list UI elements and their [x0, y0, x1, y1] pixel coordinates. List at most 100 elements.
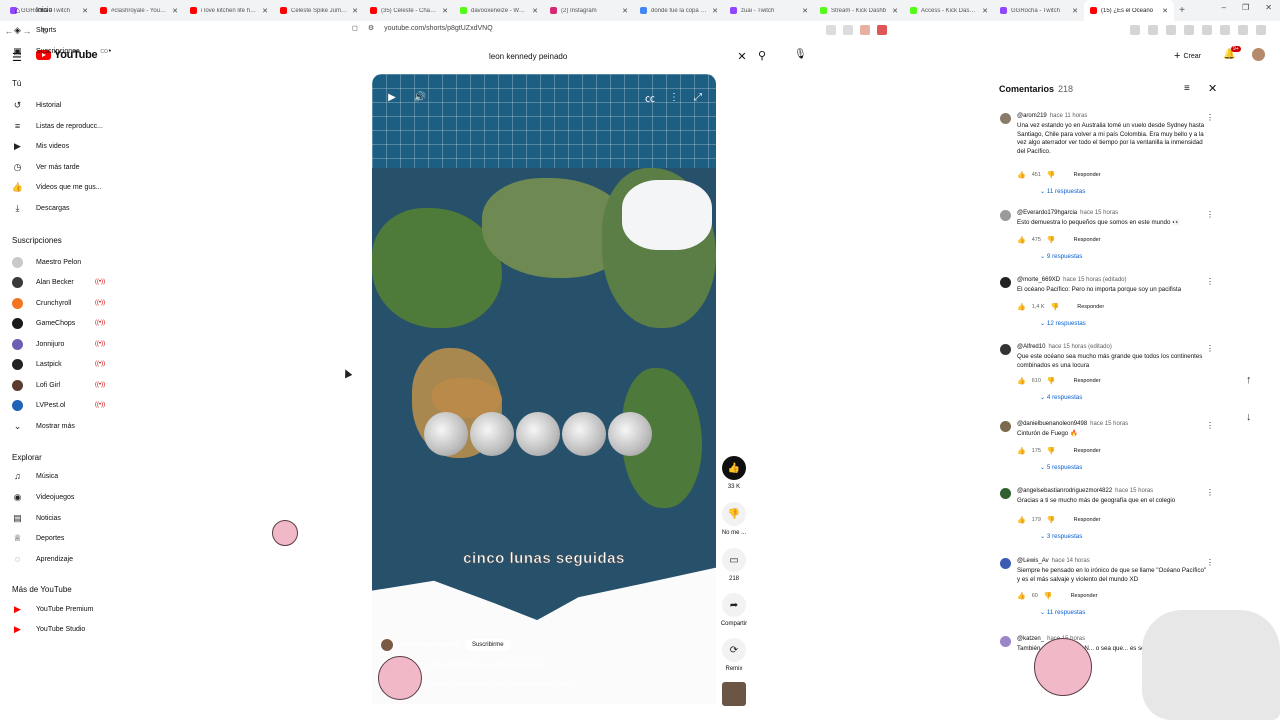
browser-tab[interactable]: i love kitchen life hacks : ✕ — [184, 0, 274, 21]
browser-tab[interactable]: (35) Celeste - Chapter 9✕ — [364, 0, 454, 21]
replies-toggle[interactable]: ⌄ 12 respuestas — [1040, 320, 1086, 327]
comment-avatar[interactable] — [1000, 488, 1011, 499]
replies-toggle[interactable]: ⌄ 11 respuestas — [1040, 609, 1085, 616]
comment-author-name[interactable]: @danielbuenanoleon9498 — [1017, 421, 1087, 427]
sidebar-item-suscripciones[interactable]: ▣ Suscripciones • — [12, 42, 122, 60]
tab-close-icon[interactable]: ✕ — [982, 7, 988, 15]
thumbs-up-icon[interactable]: 👍 — [1017, 303, 1026, 311]
sidebar-item-subscription[interactable]: Alan Becker ((•)) — [12, 273, 122, 291]
comment-avatar[interactable] — [1000, 421, 1011, 432]
thumbs-down-icon[interactable]: 👎 — [1051, 303, 1060, 311]
comment-avatar[interactable] — [1000, 558, 1011, 569]
bookmark-icon[interactable]: ◻ — [352, 24, 358, 32]
comment-avatar[interactable] — [1000, 344, 1011, 355]
extension-icon[interactable] — [877, 25, 887, 35]
sidebar-item-you[interactable]: ↺ Historial — [12, 96, 122, 114]
comment-author-name[interactable]: @Lewis_Av — [1017, 558, 1049, 564]
toolbar-icon[interactable] — [1148, 25, 1158, 35]
comment-author-name[interactable]: @morte_669XD — [1017, 277, 1060, 283]
browser-tab[interactable]: Stream - Kick Dashb ✕ — [814, 0, 904, 21]
sidebar-item-you[interactable]: ≡ Listas de reproducc... — [12, 117, 122, 135]
comment-avatar[interactable] — [1000, 277, 1011, 288]
reply-button[interactable]: Responder — [1071, 593, 1098, 599]
share-button[interactable]: ➦ Compartir — [716, 593, 752, 627]
microphone-icon[interactable]: 🎙 — [794, 49, 807, 60]
browser-tab[interactable]: donde fue la copa amer ✕ — [634, 0, 724, 21]
reply-button[interactable]: Responder — [1074, 172, 1101, 178]
toolbar-icon[interactable] — [1130, 25, 1140, 35]
reply-button[interactable]: Responder — [1074, 517, 1101, 523]
tab-close-icon[interactable]: ✕ — [262, 7, 268, 15]
sidebar-item-you[interactable]: ⤓ Descargas — [12, 199, 122, 217]
thumbs-down-icon[interactable]: 👎 — [1047, 377, 1056, 385]
remix-button[interactable]: ⟳ Remix — [716, 638, 752, 672]
create-button[interactable]: + Crear — [1174, 50, 1201, 62]
section-you-heading[interactable]: Tú — [12, 79, 21, 88]
browser-tab[interactable]: GGRocha - Twitch ✕ — [994, 0, 1084, 21]
thumbs-down-icon[interactable]: 👎 — [1047, 236, 1056, 244]
extension-icon[interactable] — [843, 25, 853, 35]
comment-avatar[interactable] — [1000, 113, 1011, 124]
replies-toggle[interactable]: ⌄ 5 respuestas — [1040, 464, 1082, 471]
comments-button[interactable]: ▭ 218 — [716, 548, 752, 582]
sidebar-item-explore[interactable]: ♕ Deportes — [12, 529, 122, 547]
sidebar-item-subscription[interactable]: LVPest.ol ((•)) — [12, 396, 122, 414]
comment-author-name[interactable]: @Everardo179hgarcia — [1017, 210, 1077, 216]
comment-author-name[interactable]: @arom219 — [1017, 113, 1047, 119]
arrow-up-icon[interactable]: ↑ — [1246, 374, 1252, 386]
notifications-button[interactable]: 🔔 9+ — [1223, 46, 1241, 60]
comment-author[interactable]: @Alfred10 hace 15 horas (editado) — [1017, 344, 1112, 350]
subscribe-button[interactable]: Suscribirme — [464, 639, 511, 651]
site-info-icon[interactable]: ⚙ — [368, 24, 374, 32]
thumbs-down-icon[interactable]: 👎 — [1047, 171, 1056, 179]
sidebar-item-subscription[interactable]: Maestro Pelon — [12, 253, 122, 271]
toolbar-icon[interactable] — [1238, 25, 1248, 35]
reply-button[interactable]: Responder — [1074, 237, 1101, 243]
replies-toggle[interactable]: ⌄ 4 respuestas — [1040, 394, 1082, 401]
tab-close-icon[interactable]: ✕ — [532, 7, 538, 15]
sidebar-item-explore[interactable]: ◌ Aprendizaje — [12, 550, 122, 568]
sidebar-item-explore[interactable]: ◉ Videojuegos — [12, 488, 122, 506]
comment-author[interactable]: @Everardo179hgarcia hace 15 horas — [1017, 210, 1118, 216]
tab-close-icon[interactable]: ✕ — [622, 7, 628, 15]
replies-toggle[interactable]: ⌄ 11 respuestas — [1040, 188, 1085, 195]
dislike-button[interactable]: 👎 No me ... — [716, 502, 752, 536]
video-related-2[interactable]: Pacífico REALMENTE tan Grande como Dicen… — [426, 681, 575, 688]
thumbs-down-icon[interactable]: 👎 — [1044, 592, 1053, 600]
more-options-icon[interactable]: ⋮ — [664, 88, 684, 106]
like-button[interactable]: 👍 33 K — [716, 456, 752, 490]
url-text[interactable]: youtube.com/shorts/p8gtUZxdVNQ — [384, 25, 493, 32]
comment-author[interactable]: @arom219 hace 11 horas — [1017, 113, 1087, 119]
tab-close-icon[interactable]: ✕ — [352, 7, 358, 15]
new-tab-button[interactable]: + — [1174, 5, 1190, 16]
captions-icon[interactable]: ㏄ — [640, 88, 660, 106]
section-subscriptions-heading[interactable]: Suscripciones — [12, 236, 62, 245]
browser-tab[interactable]: davooxeneize - Watch t ✕ — [454, 0, 544, 21]
thumbs-up-icon[interactable]: 👍 — [1017, 516, 1026, 524]
thumbs-down-icon[interactable]: 👎 — [1047, 447, 1056, 455]
sidebar-item-subscription[interactable]: Crunchyroll ((•)) — [12, 294, 122, 312]
comment-menu-icon[interactable]: ⋮ — [1206, 344, 1214, 353]
extension-icon[interactable] — [826, 25, 836, 35]
search-icon[interactable]: ⚲ — [758, 49, 766, 62]
browser-tab[interactable]: Access - Kick Dashboard ✕ — [904, 0, 994, 21]
reply-button[interactable]: Responder — [1077, 304, 1104, 310]
comment-menu-icon[interactable]: ⋮ — [1206, 113, 1214, 122]
browser-tab[interactable]: zuai - Twitch ✕ — [724, 0, 814, 21]
sidebar-item-you[interactable]: ◷ Ver más tarde — [12, 158, 122, 176]
short-video-player[interactable]: cinco lunas seguidas ▶ 🔊 ㏄ ⋮ ⤢ @GEOchris… — [372, 74, 716, 704]
play-icon[interactable]: ▶ — [382, 88, 402, 106]
search-input[interactable]: leon kennedy peinado — [482, 52, 732, 61]
comment-author-name[interactable]: @katzen_ — [1017, 636, 1044, 642]
avatar[interactable] — [1252, 48, 1265, 61]
thumbs-down-icon[interactable]: 👎 — [1047, 516, 1056, 524]
arrow-down-icon[interactable]: ↓ — [1246, 411, 1252, 423]
sidebar-item-subscription[interactable]: Jonnijuro ((•)) — [12, 335, 122, 353]
comment-menu-icon[interactable]: ⋮ — [1206, 421, 1214, 430]
maximize-icon[interactable]: ❐ — [1242, 3, 1249, 12]
comment-author-name[interactable]: @angelsebastianrodriguezmor4822 — [1017, 488, 1112, 494]
comment-author[interactable]: @morte_669XD hace 15 horas (editado) — [1017, 277, 1127, 283]
channel-name[interactable]: @GEOchristorres — [400, 642, 459, 649]
sidebar-item-you[interactable]: 👍 Videos que me gus... — [12, 178, 122, 196]
reply-button[interactable]: Responder — [1074, 378, 1101, 384]
